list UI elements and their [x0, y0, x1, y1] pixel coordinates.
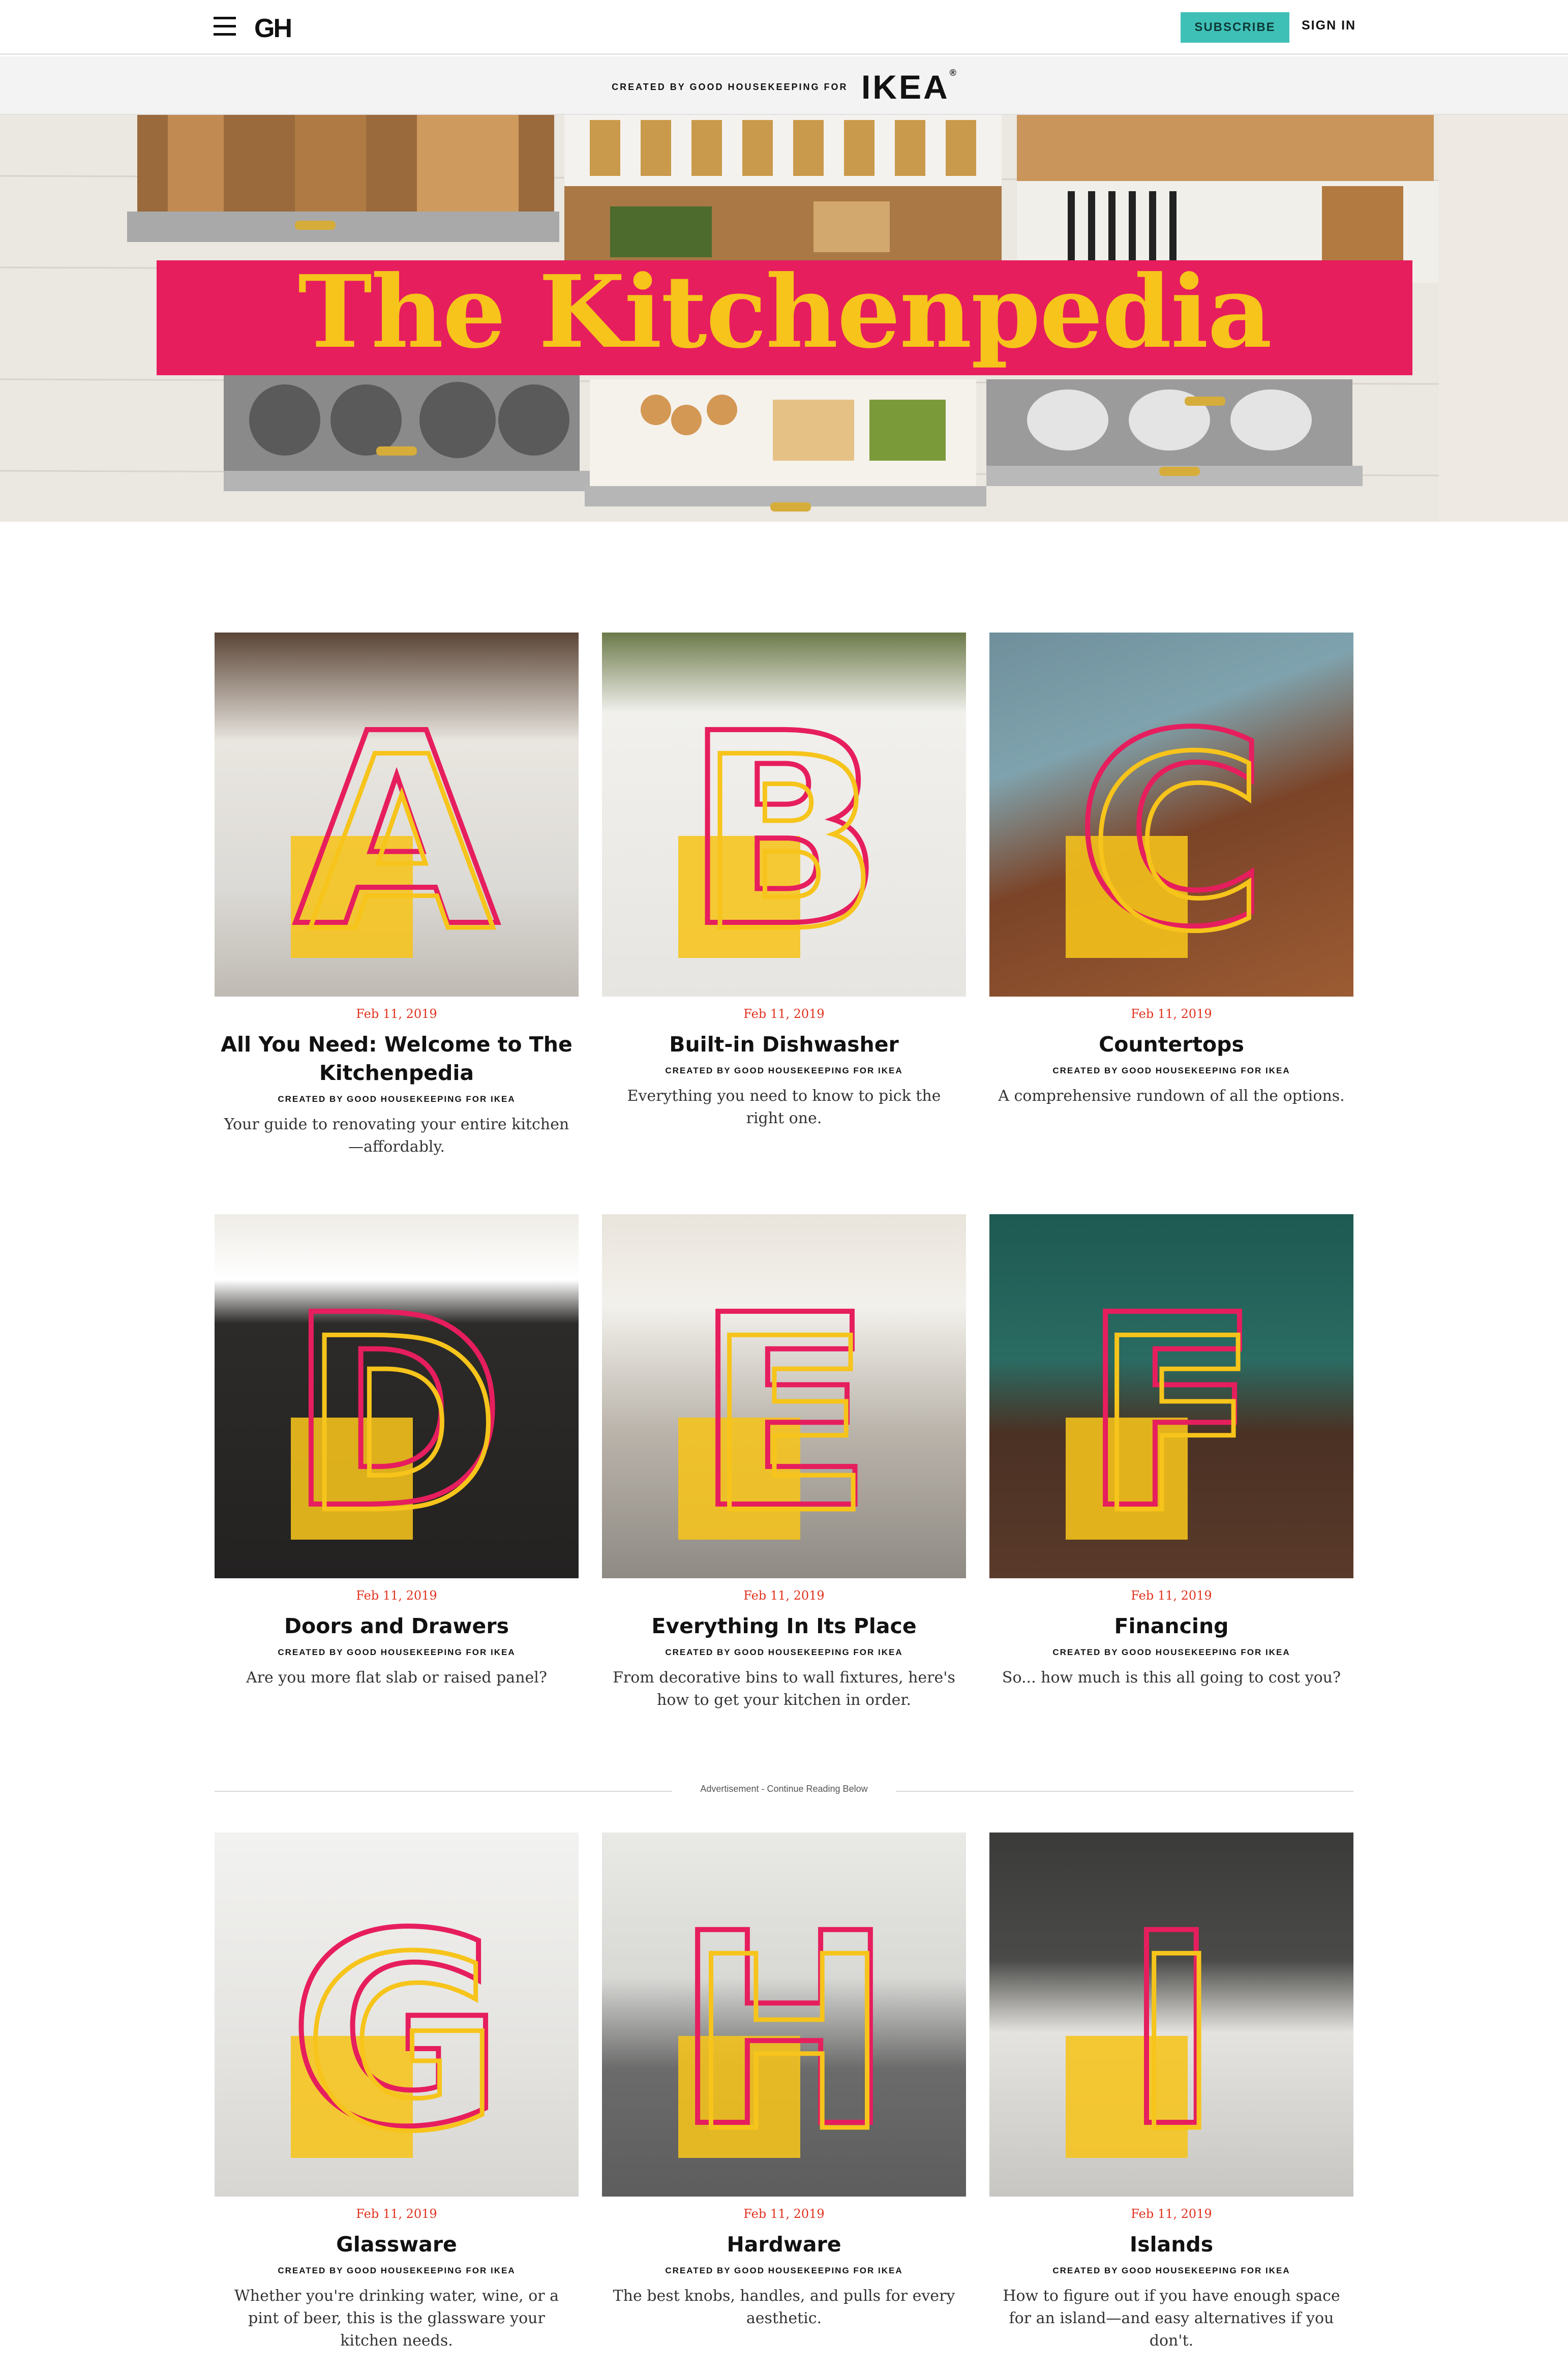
article-title[interactable]: Glassware [215, 2230, 579, 2259]
article-title[interactable]: Doors and Drawers [215, 1612, 579, 1640]
article-thumbnail[interactable]: F F [989, 1214, 1353, 1578]
hero-image: The Kitchenpedia [0, 115, 1568, 522]
article-byline: CREATED BY GOOD HOUSEKEEPING FOR IKEA [1052, 2266, 1290, 2275]
article-byline: CREATED BY GOOD HOUSEKEEPING FOR IKEA [665, 2266, 903, 2275]
article-card[interactable]: B B Feb 11, 2019 Built-in Dishwasher CRE… [602, 633, 966, 1130]
site-logo[interactable]: GH [254, 13, 292, 44]
article-byline: CREATED BY GOOD HOUSEKEEPING FOR IKEA [278, 1094, 516, 1104]
svg-text:I: I [1132, 1906, 1221, 2184]
svg-text:C: C [1089, 706, 1264, 984]
article-title[interactable]: Everything In Its Place [602, 1612, 966, 1640]
svg-text:E: E [707, 1287, 870, 1566]
letter-f-graphic: F F [1066, 1256, 1264, 1569]
article-thumbnail[interactable]: H H [602, 1833, 966, 2197]
article-byline: CREATED BY GOOD HOUSEKEEPING FOR IKEA [278, 2266, 516, 2275]
article-dek: From decorative bins to wall fixtures, h… [613, 1669, 955, 1709]
article-byline: CREATED BY GOOD HOUSEKEEPING FOR IKEA [278, 1647, 516, 1657]
letter-g-graphic: G G [286, 1874, 508, 2187]
letter-c-graphic: C C [1066, 674, 1271, 987]
article-byline: CREATED BY GOOD HOUSEKEEPING FOR IKEA [665, 1647, 903, 1657]
top-navigation: GH SUBSCRIBE SIGN IN [0, 0, 1568, 55]
article-card[interactable]: F F Feb 11, 2019 Financing CREATED BY GO… [989, 1214, 1353, 1689]
article-card[interactable]: G G Feb 11, 2019 Glassware CREATED BY GO… [215, 1833, 579, 2352]
svg-text:F: F [1095, 1287, 1258, 1566]
article-dek: How to figure out if you have enough spa… [1003, 2287, 1340, 2350]
article-byline: CREATED BY GOOD HOUSEKEEPING FOR IKEA [665, 1066, 903, 1075]
svg-text:H: H [689, 1906, 889, 2184]
subscribe-button[interactable]: SUBSCRIBE [1181, 12, 1289, 43]
article-dek: Whether you're drinking water, wine, or … [234, 2287, 559, 2350]
article-card[interactable]: D D Feb 11, 2019 Doors and Drawers CREAT… [215, 1214, 579, 1689]
article-date: Feb 11, 2019 [743, 1588, 825, 1603]
article-dek: Your guide to renovating your entire kit… [224, 1116, 569, 1156]
letter-h-graphic: H H [671, 1874, 897, 2187]
article-thumbnail[interactable]: I I [989, 1833, 1353, 2197]
article-card[interactable]: A A Feb 11, 2019 All You Need: Welcome t… [215, 633, 579, 1158]
letter-d-graphic: D D [284, 1256, 509, 1569]
article-thumbnail[interactable]: B B [602, 633, 966, 997]
article-card[interactable]: C C Feb 11, 2019 Countertops CREATED BY … [989, 633, 1353, 1107]
article-thumbnail[interactable]: A A [215, 633, 579, 997]
svg-text:D: D [303, 1287, 501, 1566]
article-byline: CREATED BY GOOD HOUSEKEEPING FOR IKEA [1052, 1647, 1290, 1657]
article-dek: The best knobs, handles, and pulls for e… [613, 2287, 955, 2327]
svg-text:G: G [304, 1906, 500, 2184]
article-date: Feb 11, 2019 [743, 2207, 825, 2221]
article-date: Feb 11, 2019 [356, 1588, 437, 1603]
sponsor-banner: CREATED BY GOOD HOUSEKEEPING FOR IKEA® [0, 56, 1568, 115]
sponsor-brand-logo[interactable]: IKEA® [861, 68, 956, 106]
article-thumbnail[interactable]: D D [215, 1214, 579, 1578]
article-date: Feb 11, 2019 [1131, 2207, 1212, 2221]
ad-label: Advertisement - Continue Reading Below [672, 1784, 896, 1794]
article-thumbnail[interactable]: C C [989, 633, 1353, 997]
article-title[interactable]: Countertops [989, 1030, 1353, 1059]
hero-title: The Kitchenpedia [298, 254, 1272, 371]
article-date: Feb 11, 2019 [1131, 1588, 1212, 1603]
article-date: Feb 11, 2019 [356, 1007, 437, 1021]
article-title[interactable]: Built-in Dishwasher [602, 1030, 966, 1059]
sponsor-text: CREATED BY GOOD HOUSEKEEPING FOR [612, 81, 848, 92]
article-thumbnail[interactable]: E E [602, 1214, 966, 1578]
article-title[interactable]: Financing [989, 1612, 1353, 1640]
article-dek: Everything you need to know to pick the … [627, 1087, 941, 1127]
letter-e-graphic: E E [678, 1256, 877, 1569]
article-byline: CREATED BY GOOD HOUSEKEEPING FOR IKEA [1052, 1066, 1290, 1075]
article-dek: So... how much is this all going to cost… [1002, 1669, 1341, 1687]
article-title[interactable]: All You Need: Welcome to The Kitchenpedi… [215, 1030, 579, 1087]
article-title[interactable]: Hardware [602, 2230, 966, 2259]
letter-b-graphic: B B [678, 674, 887, 987]
article-date: Feb 11, 2019 [1131, 1007, 1212, 1021]
article-date: Feb 11, 2019 [356, 2207, 437, 2221]
article-card[interactable]: I I Feb 11, 2019 Islands CREATED BY GOOD… [989, 1833, 1353, 2352]
article-card[interactable]: H H Feb 11, 2019 Hardware CREATED BY GOO… [602, 1833, 966, 2330]
article-card[interactable]: E E Feb 11, 2019 Everything In Its Place… [602, 1214, 966, 1711]
article-title[interactable]: Islands [989, 2230, 1353, 2259]
article-thumbnail[interactable]: G G [215, 1833, 579, 2197]
menu-icon[interactable] [214, 17, 236, 36]
letter-a-graphic: A A [291, 674, 503, 987]
letter-i-graphic: I I [1066, 1874, 1223, 2187]
svg-text:B: B [698, 706, 880, 984]
sign-in-link[interactable]: SIGN IN [1302, 18, 1356, 33]
article-date: Feb 11, 2019 [743, 1007, 825, 1021]
svg-text:A: A [309, 706, 496, 984]
article-dek: A comprehensive rundown of all the optio… [998, 1087, 1345, 1105]
article-dek: Are you more flat slab or raised panel? [246, 1669, 547, 1687]
